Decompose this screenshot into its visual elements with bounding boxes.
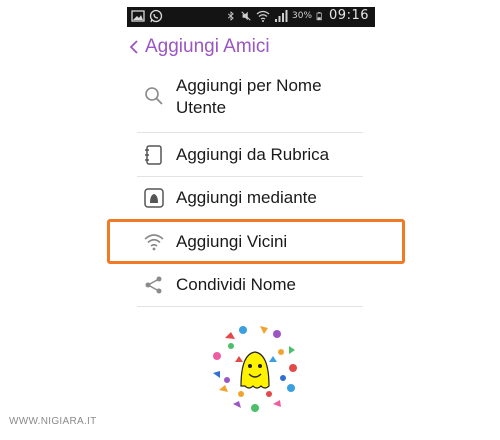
menu-item-label: Aggiungi mediante xyxy=(176,188,317,207)
wifi-icon xyxy=(256,10,270,22)
highlight-box xyxy=(107,219,405,264)
status-time: 09:16 xyxy=(329,8,369,23)
mute-icon xyxy=(241,10,251,21)
chevron-left-icon[interactable] xyxy=(127,37,141,57)
menu-item-share-name[interactable]: Condividi Nome xyxy=(137,264,363,307)
add-friends-menu: Aggiungi per Nome Utente Aggiungi da Rub… xyxy=(137,66,363,307)
status-bar: 30% 09:16 xyxy=(127,7,375,27)
watermark: WWW.NIGIARA.IT xyxy=(9,416,97,427)
menu-item-add-from-contacts[interactable]: Aggiungi da Rubrica xyxy=(137,133,363,177)
search-icon xyxy=(145,87,163,105)
signal-icon xyxy=(275,9,288,22)
snapcode-icon xyxy=(144,188,164,208)
menu-item-label: Condividi Nome xyxy=(176,275,296,294)
battery-percent: 30% xyxy=(292,10,313,21)
battery-icon xyxy=(316,11,322,20)
page-title: Aggiungi Amici xyxy=(145,36,270,57)
menu-item-label: Aggiungi da Rubrica xyxy=(176,144,330,164)
share-icon xyxy=(145,276,162,294)
menu-item-label: Aggiungi per Nome Utente xyxy=(176,76,322,117)
image-icon xyxy=(131,10,145,22)
bluetooth-icon xyxy=(227,10,234,21)
menu-item-add-via-snapcode[interactable]: Aggiungi mediante xyxy=(137,177,363,220)
ghost-mascot-illustration xyxy=(207,320,303,416)
whatsapp-icon xyxy=(149,9,163,23)
page-header: Aggiungi Amici xyxy=(127,34,270,60)
address-book-icon xyxy=(145,144,162,165)
menu-item-add-by-username[interactable]: Aggiungi per Nome Utente xyxy=(137,66,363,133)
